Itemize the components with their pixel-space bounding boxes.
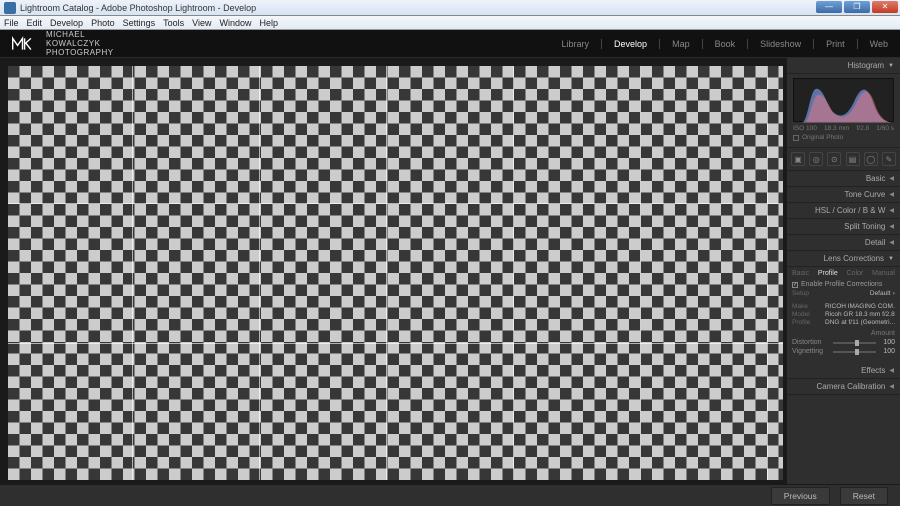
maximize-button[interactable]: ❐ xyxy=(844,1,870,13)
chevron-left-icon: ◀ xyxy=(889,239,894,246)
module-library[interactable]: Library xyxy=(562,39,603,49)
logo-line3: PHOTOGRAPHY xyxy=(46,48,114,57)
camera-calibration-header[interactable]: Camera Calibration◀ xyxy=(787,379,900,395)
menu-photo[interactable]: Photo xyxy=(91,18,115,28)
hsl-header[interactable]: HSL / Color / B & W◀ xyxy=(787,203,900,219)
histogram-graph[interactable] xyxy=(793,78,894,122)
previous-button[interactable]: Previous xyxy=(771,487,830,505)
menu-file[interactable]: File xyxy=(4,18,19,28)
menu-help[interactable]: Help xyxy=(260,18,279,28)
bottom-toolbar: Previous Reset xyxy=(0,484,900,506)
histogram-header[interactable]: Histogram▼ xyxy=(787,58,900,74)
module-print[interactable]: Print xyxy=(826,39,858,49)
module-web[interactable]: Web xyxy=(870,39,888,49)
chevron-left-icon: ◀ xyxy=(889,175,894,182)
checkbox-icon xyxy=(793,135,799,141)
lens-corrections-header[interactable]: Lens Corrections▼ xyxy=(787,251,900,267)
identity-plate: MICHAEL KOWALCZYK PHOTOGRAPHY xyxy=(12,30,114,57)
profile-row[interactable]: ProfileDNG at f/11 (Geometri…▾ xyxy=(792,319,895,326)
gradient-tool[interactable]: ▤ xyxy=(846,152,860,166)
logo-line1: MICHAEL xyxy=(46,30,114,39)
menu-settings[interactable]: Settings xyxy=(123,18,156,28)
lens-tab-profile[interactable]: Profile xyxy=(818,270,838,277)
checkerboard-image xyxy=(8,66,783,480)
lens-corrections-panel: Basic Profile Color Manual ✓ Enable Profile… xyxy=(787,267,900,363)
effects-header[interactable]: Effects◀ xyxy=(787,363,900,379)
detail-header[interactable]: Detail◀ xyxy=(787,235,900,251)
amount-label: Amount xyxy=(792,330,895,337)
app-icon xyxy=(4,2,16,14)
menu-develop[interactable]: Develop xyxy=(50,18,83,28)
checkbox-checked-icon: ✓ xyxy=(792,282,798,288)
lens-tab-color[interactable]: Color xyxy=(847,270,864,277)
minimize-button[interactable]: — xyxy=(816,1,842,13)
logo-line2: KOWALCZYK xyxy=(46,39,114,48)
chevron-down-icon: ▼ xyxy=(888,256,894,262)
enable-profile-row[interactable]: ✓ Enable Profile Corrections xyxy=(792,281,895,288)
crop-tool[interactable]: ▣ xyxy=(791,152,805,166)
make-row[interactable]: MakeRICOH IMAGING COM…▾ xyxy=(792,303,895,310)
window-title: Lightroom Catalog - Adobe Photoshop Ligh… xyxy=(20,3,256,13)
setup-row[interactable]: SetupDefault▾ xyxy=(792,290,895,297)
module-picker: Library Develop Map Book Slideshow Print Web xyxy=(562,39,888,49)
module-map[interactable]: Map xyxy=(672,39,703,49)
tone-curve-header[interactable]: Tone Curve◀ xyxy=(787,187,900,203)
tool-strip: ▣ ◎ ⊙ ▤ ◯ ✎ xyxy=(787,148,900,171)
lens-tabs: Basic Profile Color Manual xyxy=(792,270,895,277)
chevron-left-icon: ◀ xyxy=(889,207,894,214)
menu-edit[interactable]: Edit xyxy=(27,18,43,28)
menu-view[interactable]: View xyxy=(192,18,211,28)
distortion-slider[interactable]: Distortion100 xyxy=(792,339,895,346)
reset-button[interactable]: Reset xyxy=(840,487,888,505)
lens-tab-manual[interactable]: Manual xyxy=(872,270,895,277)
logo-mark xyxy=(12,35,40,53)
lens-tab-basic[interactable]: Basic xyxy=(792,270,809,277)
dropdown-icon: ▾ xyxy=(892,291,895,297)
original-photo-toggle[interactable]: Original Photo xyxy=(793,134,894,141)
chevron-left-icon: ◀ xyxy=(889,191,894,198)
histogram-panel: ISO 10018.3 mmf/2.81/60 s Original Photo xyxy=(787,74,900,148)
module-slideshow[interactable]: Slideshow xyxy=(760,39,814,49)
image-canvas[interactable] xyxy=(8,66,783,480)
redeye-tool[interactable]: ⊙ xyxy=(827,152,841,166)
module-header: MICHAEL KOWALCZYK PHOTOGRAPHY Library Dev… xyxy=(0,30,900,58)
chevron-left-icon: ◀ xyxy=(889,383,894,390)
window-titlebar: Lightroom Catalog - Adobe Photoshop Ligh… xyxy=(0,0,900,16)
module-book[interactable]: Book xyxy=(715,39,749,49)
module-develop[interactable]: Develop xyxy=(614,39,660,49)
radial-tool[interactable]: ◯ xyxy=(864,152,878,166)
chevron-left-icon: ◀ xyxy=(889,367,894,374)
brush-tool[interactable]: ✎ xyxy=(882,152,896,166)
menu-bar: File Edit Develop Photo Settings Tools View Win… xyxy=(0,16,900,30)
model-row[interactable]: ModelRicoh GR 18.3 mm f/2.8▾ xyxy=(792,311,895,318)
menu-tools[interactable]: Tools xyxy=(163,18,184,28)
basic-header[interactable]: Basic◀ xyxy=(787,171,900,187)
vignetting-slider[interactable]: Vignetting100 xyxy=(792,348,895,355)
split-toning-header[interactable]: Split Toning◀ xyxy=(787,219,900,235)
chevron-down-icon: ▼ xyxy=(888,63,894,69)
canvas-area xyxy=(0,58,787,484)
chevron-left-icon: ◀ xyxy=(889,223,894,230)
menu-window[interactable]: Window xyxy=(220,18,252,28)
histogram-exif: ISO 10018.3 mmf/2.81/60 s xyxy=(793,125,894,132)
close-button[interactable]: ✕ xyxy=(872,1,898,13)
spot-tool[interactable]: ◎ xyxy=(809,152,823,166)
right-panel: Histogram▼ ISO 10018.3 mmf/2.81/60 s Ori… xyxy=(787,58,900,484)
